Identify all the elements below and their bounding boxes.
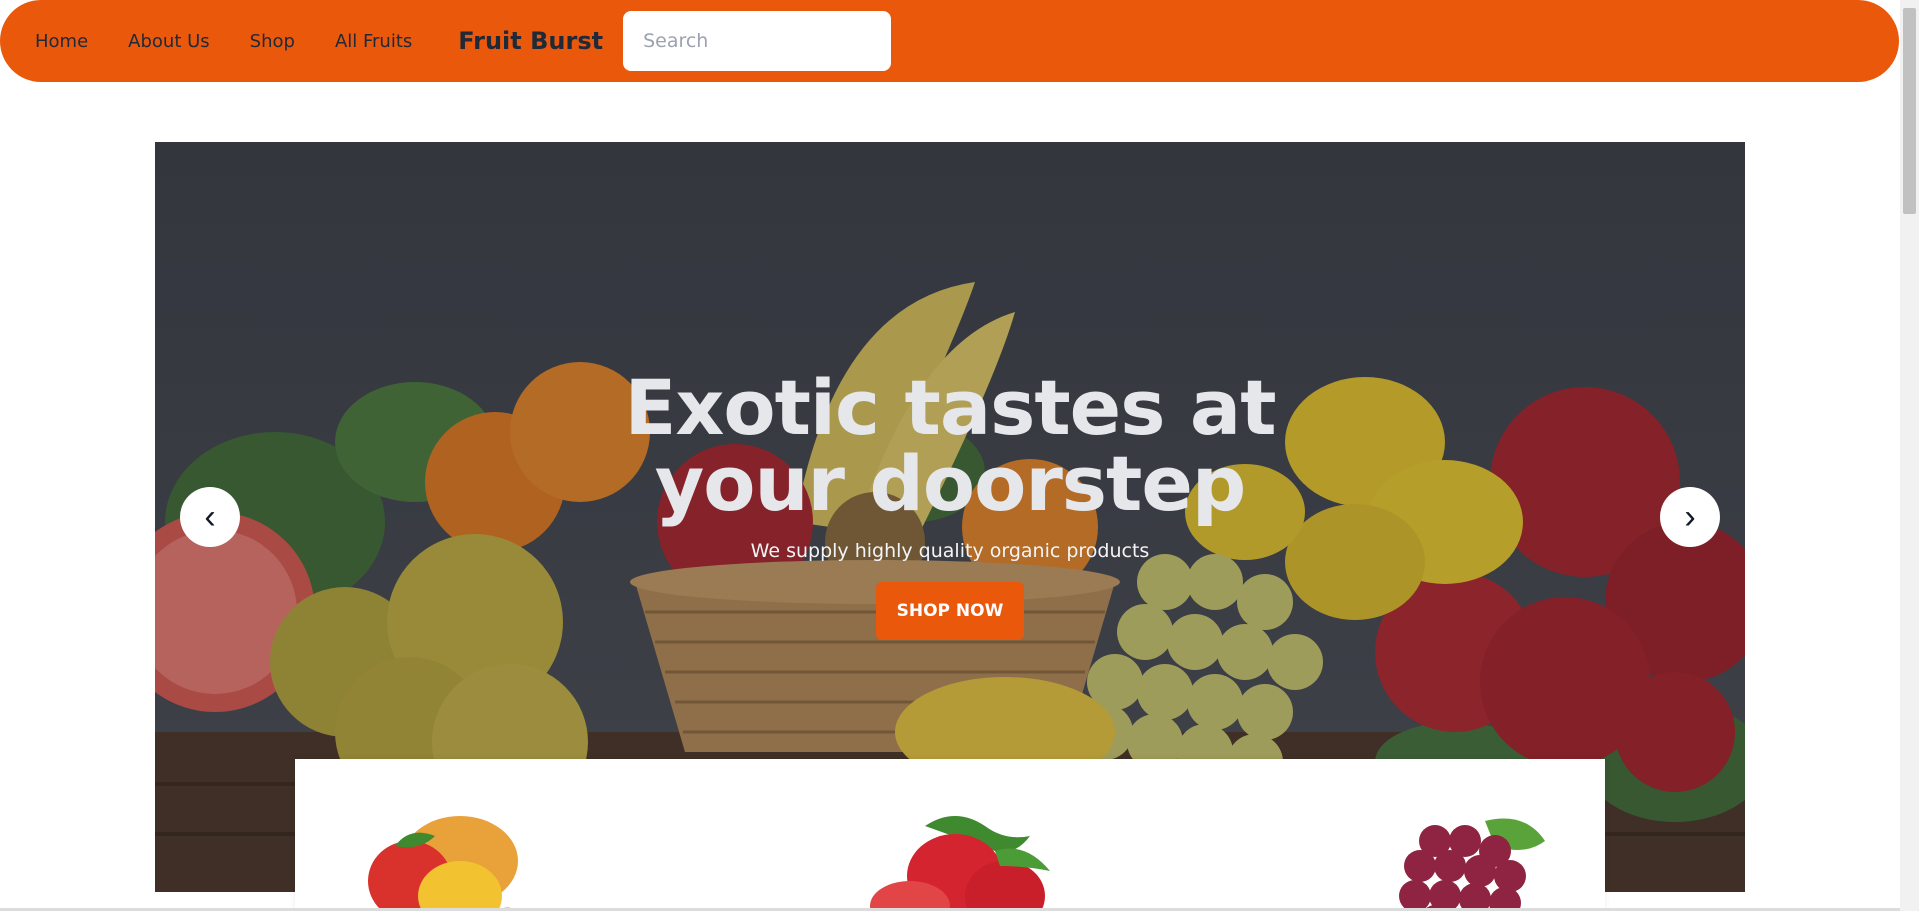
mango-icon[interactable] [365,811,525,911]
vertical-scrollbar[interactable] [1900,0,1919,911]
chevron-right-icon: › [1684,497,1696,536]
featured-products-card [295,759,1605,911]
search-input[interactable] [623,11,892,71]
chevron-left-icon: ‹ [204,497,216,536]
brand-name[interactable]: Fruit Burst [458,27,603,55]
scrollbar-thumb[interactable] [1903,8,1916,214]
hero-subtitle: We supply highly quality organic product… [750,540,1150,562]
nav-links: Home About Us Shop All Fruits [35,31,452,52]
nav-link-about-us[interactable]: About Us [128,31,210,52]
carousel-next-button[interactable]: › [1660,487,1720,547]
carousel-prev-button[interactable]: ‹ [180,487,240,547]
hero-content: Exotic tastes at your doorstep We supply… [155,370,1745,640]
hero-title: Exotic tastes at your doorstep [624,363,1276,528]
shop-now-button[interactable]: SHOP NOW [875,582,1025,640]
grapes-icon[interactable] [1375,811,1555,911]
strawberry-icon[interactable] [865,811,1055,911]
nav-link-all-fruits[interactable]: All Fruits [335,31,412,52]
top-navbar: Home About Us Shop All Fruits Fruit Burs… [0,0,1899,82]
nav-link-shop[interactable]: Shop [250,31,295,52]
nav-link-home[interactable]: Home [35,31,88,52]
